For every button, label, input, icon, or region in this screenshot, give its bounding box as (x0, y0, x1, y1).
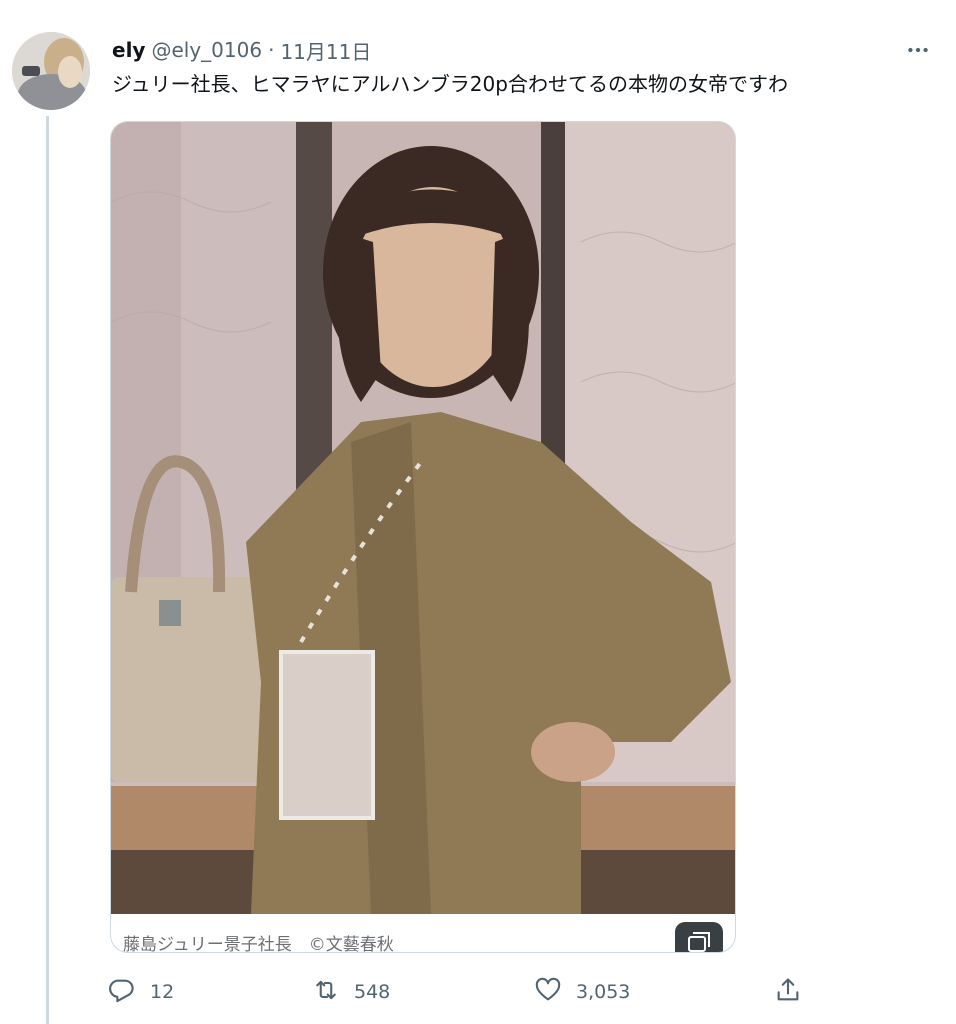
media-photo[interactable] (111, 122, 735, 914)
separator: · (268, 38, 275, 62)
like-button[interactable]: 3,053 (534, 972, 630, 1012)
retweet-button[interactable]: 548 (312, 972, 390, 1012)
like-count: 3,053 (576, 981, 631, 1003)
display-name[interactable]: ely (112, 38, 145, 62)
gallery-icon[interactable] (675, 922, 723, 952)
handle[interactable]: @ely_0106 (151, 38, 262, 62)
media-caption: 藤島ジュリー景子社長 ©文藝春秋 (123, 935, 394, 953)
avatar[interactable] (12, 32, 90, 110)
media-card[interactable]: 藤島ジュリー景子社長 ©文藝春秋 (110, 121, 736, 953)
reply-icon (108, 976, 136, 1009)
retweet-count: 548 (354, 981, 391, 1003)
share-icon (774, 976, 802, 1009)
retweet-icon (312, 976, 340, 1009)
reply-count: 12 (150, 981, 175, 1003)
share-button[interactable] (774, 972, 802, 1012)
action-bar: 12 548 3,053 (108, 972, 808, 1012)
thread-line (46, 116, 49, 1024)
tweet-date[interactable]: 11月11日 (280, 36, 371, 65)
tweet-text: ジュリー社長、ヒマラヤにアルハンブラ20p合わせてるの本物の女帝ですわ (112, 72, 788, 96)
tweet-header: ely @ely_0106 · 11月11日 (112, 36, 371, 64)
reply-button[interactable]: 12 (108, 972, 174, 1012)
more-horizontal-icon[interactable] (902, 36, 934, 64)
heart-icon (534, 976, 562, 1009)
avatar-image (12, 32, 90, 110)
